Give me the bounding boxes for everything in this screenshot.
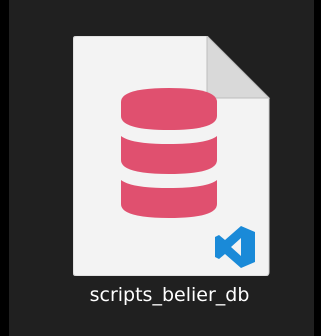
- database-icon: [121, 88, 217, 218]
- file-item[interactable]: scripts_belier_db: [9, 0, 314, 336]
- sql-file-icon[interactable]: [73, 36, 273, 276]
- file-name-label: scripts_belier_db: [89, 284, 250, 306]
- desktop: scripts_belier_db: [0, 0, 321, 336]
